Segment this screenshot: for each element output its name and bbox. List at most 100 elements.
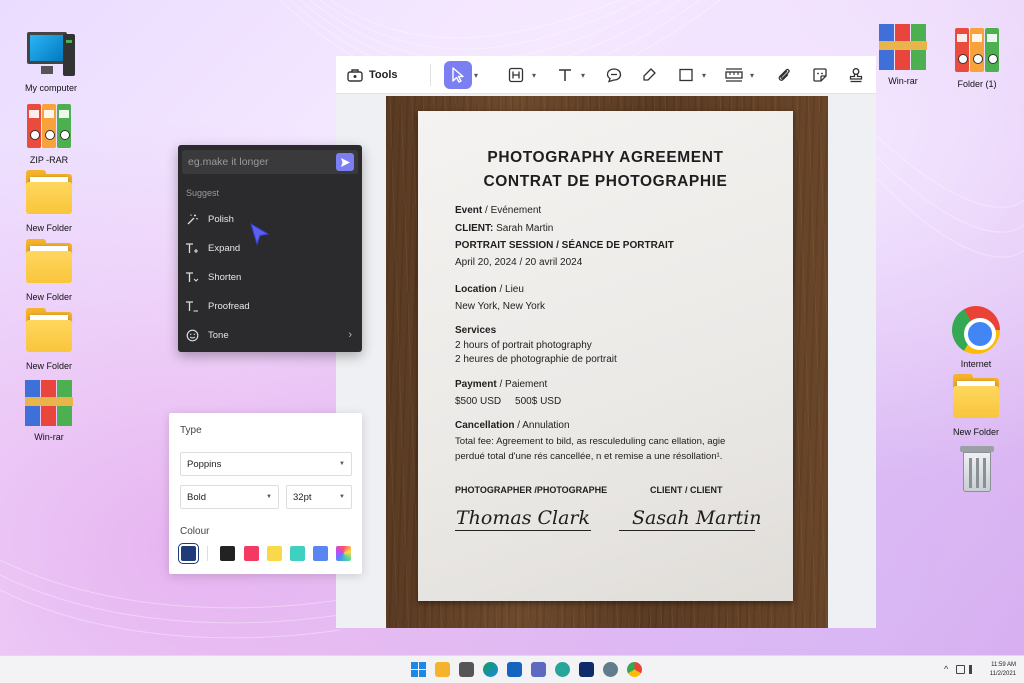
ai-prompt-input[interactable]	[188, 154, 328, 170]
chevron-down-icon[interactable]: ▾	[581, 71, 589, 80]
desktop-icon-label: New Folder	[25, 292, 72, 302]
photographer-signature[interactable]: Thomas Clark	[456, 507, 590, 529]
magic-wand-icon	[184, 211, 200, 227]
event-heading[interactable]: Event / Evénement	[455, 205, 541, 216]
taskbar: ^ 11:59 AM 11/2/2021	[0, 655, 1024, 683]
desktop-icon-win-rar[interactable]: Win-rar	[9, 377, 89, 442]
payment-values[interactable]: $500 USD 500$ USD	[455, 396, 561, 407]
toolbar-divider	[430, 64, 431, 86]
colour-swatch-custom[interactable]	[336, 546, 351, 561]
file-explorer-icon[interactable]	[435, 662, 450, 677]
send-arrow-icon	[340, 157, 350, 167]
cancellation-line-2[interactable]: perdué total d'une rés cancellée, n et r…	[455, 451, 722, 462]
ai-option-shorten[interactable]: Shorten	[184, 266, 356, 288]
client-line[interactable]: CLIENT: Sarah Martin	[455, 223, 553, 234]
font-size-value: 32pt	[293, 491, 312, 503]
maps-icon[interactable]	[555, 662, 570, 677]
pdf-editor-app-icon[interactable]	[579, 662, 594, 677]
photographer-signature-heading[interactable]: PHOTOGRAPHER /PHOTOGRAPHE	[455, 485, 607, 495]
desktop-icon-label: Win-rar	[34, 432, 64, 442]
chrome-icon[interactable]	[627, 662, 642, 677]
colour-swatch-pink[interactable]	[244, 546, 259, 561]
folder-icon	[23, 237, 75, 289]
system-clock[interactable]: 11:59 AM 11/2/2021	[990, 661, 1016, 679]
desktop-icon-label: Folder (1)	[957, 79, 997, 89]
paperclip-icon	[778, 68, 790, 81]
colour-swatch-blue[interactable]	[313, 546, 328, 561]
chevron-down-icon[interactable]: ▾	[750, 71, 758, 80]
tools-button[interactable]: Tools	[346, 64, 398, 86]
location-value[interactable]: New York, New York	[455, 301, 545, 312]
teams-icon[interactable]	[531, 662, 546, 677]
font-size-select[interactable]: 32pt ▼	[286, 485, 352, 509]
date-line[interactable]: April 20, 2024 / 20 avril 2024	[455, 257, 582, 268]
text-expand-icon	[184, 240, 200, 256]
zip-archive-icon	[951, 24, 1003, 76]
desktop-icon-folder-1[interactable]: Folder (1)	[937, 24, 1017, 89]
sticker-tool-button[interactable]	[806, 61, 834, 89]
shape-tool-button[interactable]: ▾	[672, 61, 710, 89]
mouse-pointer-icon	[250, 222, 270, 246]
select-tool-button[interactable]: ▾	[444, 61, 482, 89]
chevron-down-icon[interactable]: ▾	[532, 71, 540, 80]
font-weight-select[interactable]: Bold ▼	[180, 485, 279, 509]
tray-chevron-up-icon[interactable]: ^	[944, 664, 948, 674]
settings-gear-icon[interactable]	[603, 662, 618, 677]
services-fr[interactable]: 2 heures de photographie de portrait	[455, 354, 617, 365]
desktop-icon-label: Internet	[960, 359, 992, 369]
ai-option-label: Tone	[208, 329, 229, 341]
comment-tool-button[interactable]	[600, 61, 628, 89]
payment-heading[interactable]: Payment / Paiement	[455, 379, 547, 390]
document-title-en[interactable]: PHOTOGRAPHY AGREEMENT	[418, 149, 793, 167]
services-en[interactable]: 2 hours of portrait photography	[455, 340, 592, 351]
cancellation-line-1[interactable]: Total fee: Agreement to bild, as rescule…	[455, 436, 725, 447]
ai-option-label: Proofread	[208, 300, 250, 312]
colour-swatch-yellow[interactable]	[267, 546, 282, 561]
ai-option-proofread[interactable]: Proofread	[184, 295, 356, 317]
cancellation-heading[interactable]: Cancellation / Annulation	[455, 420, 570, 431]
cursor-arrow-icon	[452, 67, 464, 83]
chevron-down-icon[interactable]: ▾	[474, 71, 482, 80]
session-line[interactable]: PORTRAIT SESSION / SÉANCE DE PORTRAIT	[455, 240, 674, 251]
ai-option-tone[interactable]: Tone ›	[184, 324, 356, 346]
stamp-icon	[849, 68, 863, 83]
services-heading[interactable]: Services	[455, 325, 496, 336]
desktop-icon-new-folder[interactable]: New Folder	[936, 372, 1016, 437]
ai-prompt-field[interactable]	[182, 150, 358, 174]
send-button[interactable]	[336, 153, 354, 171]
colour-swatch-navy[interactable]	[178, 543, 199, 564]
colour-swatch-teal[interactable]	[290, 546, 305, 561]
network-icon[interactable]	[956, 665, 965, 674]
text-check-icon	[184, 298, 200, 314]
attach-tool-button[interactable]	[770, 61, 798, 89]
agreement-document[interactable]: PHOTOGRAPHY AGREEMENT CONTRAT DE PHOTOGR…	[418, 111, 793, 601]
desktop-icon-recycle-bin[interactable]	[936, 444, 1016, 499]
text-tool-button[interactable]: ▾	[551, 61, 589, 89]
desktop-icon-new-folder[interactable]: New Folder	[9, 168, 89, 233]
colour-swatch-black[interactable]	[220, 546, 235, 561]
client-signature-heading[interactable]: CLIENT / CLIENT	[650, 485, 723, 495]
store-icon[interactable]	[507, 662, 522, 677]
font-weight-value: Bold	[187, 491, 207, 503]
location-heading[interactable]: Location / Lieu	[455, 284, 524, 295]
desktop-icon-internet[interactable]: Internet	[936, 304, 1016, 369]
heading-tool-button[interactable]: ▾	[502, 61, 540, 89]
document-title-fr[interactable]: CONTRAT DE PHOTOGRAPHIE	[418, 173, 793, 191]
desktop-icon-zip-rar[interactable]: ZIP -RAR	[9, 100, 89, 165]
volume-icon[interactable]	[969, 665, 978, 674]
desktop-icon-new-folder[interactable]: New Folder	[9, 237, 89, 302]
desktop-icon-new-folder[interactable]: New Folder	[9, 306, 89, 371]
chevron-down-icon[interactable]: ▾	[702, 71, 710, 80]
chevron-right-icon: ›	[348, 329, 352, 341]
edge-browser-icon[interactable]	[483, 662, 498, 677]
measure-tool-button[interactable]: ▾	[720, 61, 758, 89]
client-signature[interactable]: Sasah Martin	[632, 507, 762, 529]
start-menu-icon[interactable]	[411, 662, 426, 677]
highlight-tool-button[interactable]	[635, 61, 663, 89]
stamp-tool-button[interactable]	[842, 61, 870, 89]
camera-icon[interactable]	[459, 662, 474, 677]
chevron-down-icon: ▼	[339, 461, 345, 467]
font-family-select[interactable]: Poppins ▼	[180, 452, 352, 476]
heading-icon	[508, 67, 524, 83]
desktop-icon-my-computer[interactable]: My computer	[11, 28, 91, 93]
